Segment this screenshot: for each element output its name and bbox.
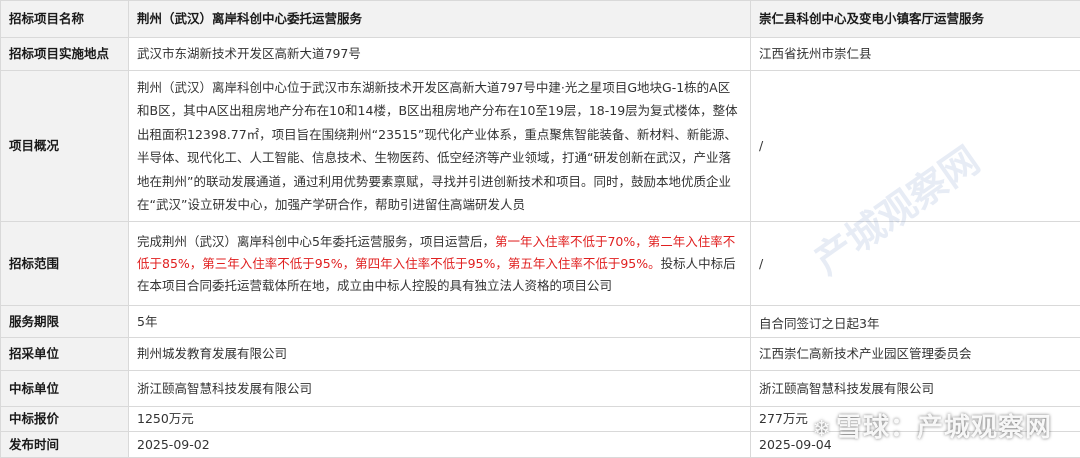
scope-text-pre: 完成荆州（武汉）离岸科创中心5年委托运营服务，项目运营后， <box>137 234 495 249</box>
project2-name: 崇仁县科创中心及变电小镇客厅运营服务 <box>751 1 1080 38</box>
period-value-2: 自合同签订之日起3年 <box>751 306 1080 338</box>
table-row-location: 招标项目实施地点 武汉市东湖新技术开发区高新大道797号 江西省抚州市崇仁县 <box>1 38 1080 71</box>
bid-comparison-table: 招标项目名称 荆州（武汉）离岸科创中心委托运营服务 崇仁县科创中心及变电小镇客厅… <box>0 0 1080 458</box>
buyer-value-1: 荆州城发教育发展有限公司 <box>129 338 751 371</box>
date-value-2: 2025-09-04 <box>751 432 1080 458</box>
table-row-scope: 招标范围 完成荆州（武汉）离岸科创中心5年委托运营服务，项目运营后，第一年入住率… <box>1 222 1080 306</box>
table-header-row: 招标项目名称 荆州（武汉）离岸科创中心委托运营服务 崇仁县科创中心及变电小镇客厅… <box>1 1 1080 38</box>
price-value-1: 1250万元 <box>129 407 751 432</box>
overview-value-1: 荆州（武汉）离岸科创中心位于武汉市东湖新技术开发区高新大道797号中建·光之星项… <box>137 73 742 220</box>
header-label: 招标项目名称 <box>1 1 129 38</box>
location-label: 招标项目实施地点 <box>1 38 129 71</box>
overview-value-2: / <box>751 71 1080 222</box>
price-value-2: 277万元 <box>751 407 1080 432</box>
table-row-winner: 中标单位 浙江颐高智慧科技发展有限公司 浙江颐高智慧科技发展有限公司 <box>1 371 1080 407</box>
scope-value-1: 完成荆州（武汉）离岸科创中心5年委托运营服务，项目运营后，第一年入住率不低于70… <box>137 228 742 300</box>
table-row-buyer: 招采单位 荆州城发教育发展有限公司 江西崇仁高新技术产业园区管理委员会 <box>1 338 1080 371</box>
project1-name: 荆州（武汉）离岸科创中心委托运营服务 <box>129 1 751 38</box>
winner-label: 中标单位 <box>1 371 129 407</box>
table-row-date: 发布时间 2025-09-02 2025-09-04 <box>1 432 1080 458</box>
date-value-1: 2025-09-02 <box>129 432 751 458</box>
date-label: 发布时间 <box>1 432 129 458</box>
period-label: 服务期限 <box>1 306 129 338</box>
table-row-overview: 项目概况 荆州（武汉）离岸科创中心位于武汉市东湖新技术开发区高新大道797号中建… <box>1 71 1080 222</box>
overview-cell-1: 荆州（武汉）离岸科创中心位于武汉市东湖新技术开发区高新大道797号中建·光之星项… <box>129 71 751 222</box>
scope-cell-1: 完成荆州（武汉）离岸科创中心5年委托运营服务，项目运营后，第一年入住率不低于70… <box>129 222 751 306</box>
winner-value-1: 浙江颐高智慧科技发展有限公司 <box>129 371 751 407</box>
winner-value-2: 浙江颐高智慧科技发展有限公司 <box>751 371 1080 407</box>
location-value-1: 武汉市东湖新技术开发区高新大道797号 <box>129 38 751 71</box>
period-value-1: 5年 <box>129 306 751 338</box>
price-label: 中标报价 <box>1 407 129 432</box>
location-value-2: 江西省抚州市崇仁县 <box>751 38 1080 71</box>
scope-label: 招标范围 <box>1 222 129 306</box>
overview-label: 项目概况 <box>1 71 129 222</box>
table-row-period: 服务期限 5年 自合同签订之日起3年 <box>1 306 1080 338</box>
table-row-price: 中标报价 1250万元 277万元 <box>1 407 1080 432</box>
buyer-value-2: 江西崇仁高新技术产业园区管理委员会 <box>751 338 1080 371</box>
scope-value-2: / <box>751 222 1080 306</box>
buyer-label: 招采单位 <box>1 338 129 371</box>
